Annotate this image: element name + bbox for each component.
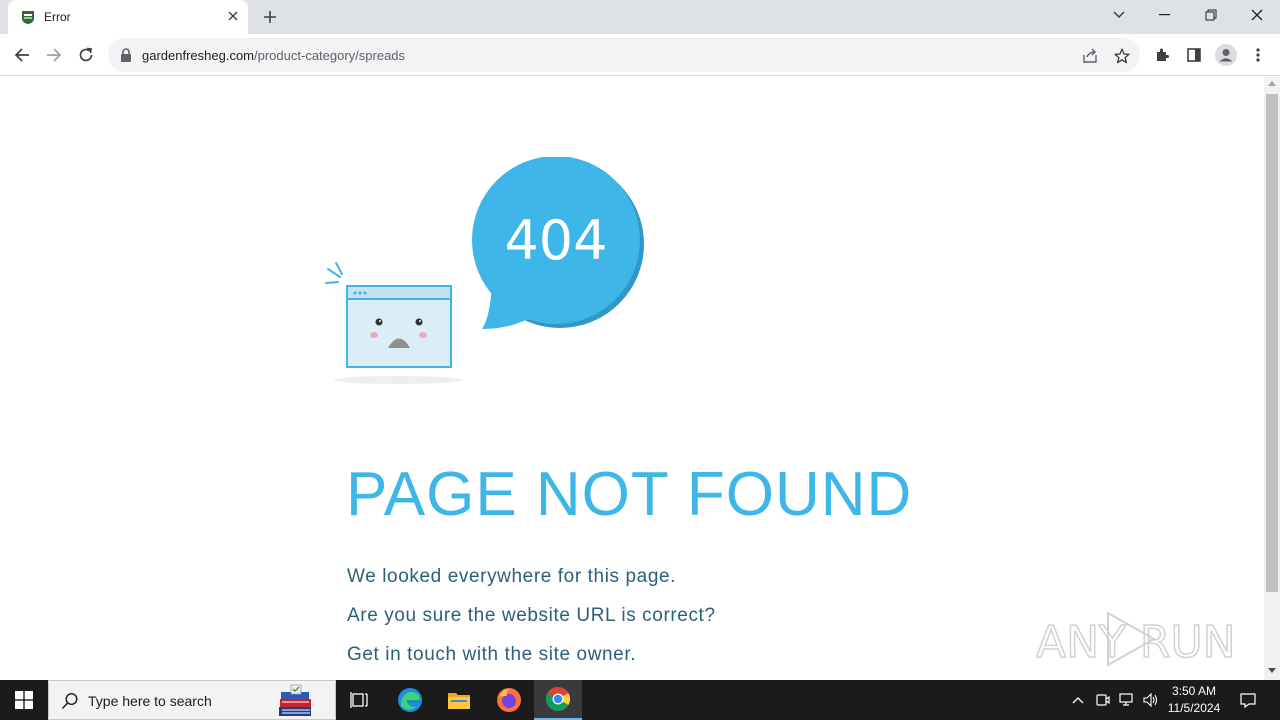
profile-avatar-icon[interactable] <box>1212 41 1240 69</box>
windows-logo-icon <box>15 691 33 709</box>
extensions-icon[interactable] <box>1148 41 1176 69</box>
message-line-1: We looked everywhere for this page. <box>347 566 677 587</box>
forward-button[interactable] <box>40 41 68 69</box>
file-explorer-taskbar-button[interactable] <box>435 680 483 720</box>
taskbar-search-box[interactable]: Type here to search <box>48 680 336 720</box>
url-domain: gardenfresheg.com <box>142 48 255 63</box>
anyrun-watermark: ANY RUN <box>1036 611 1236 669</box>
side-panel-icon[interactable] <box>1180 41 1208 69</box>
tab-strip: Error <box>0 0 1280 34</box>
edge-taskbar-button[interactable] <box>386 680 434 720</box>
tab-search-icon[interactable] <box>1096 0 1142 30</box>
chrome-taskbar-button[interactable] <box>534 680 582 720</box>
lock-icon[interactable] <box>120 48 132 62</box>
meet-now-icon[interactable] <box>1093 680 1113 720</box>
start-button[interactable] <box>0 680 48 720</box>
notification-center-icon[interactable] <box>1236 680 1260 720</box>
network-icon[interactable] <box>1117 680 1137 720</box>
back-button[interactable] <box>8 41 36 69</box>
site-favicon-icon <box>22 11 34 24</box>
task-view-button[interactable] <box>336 680 384 720</box>
minimize-button[interactable] <box>1142 0 1188 30</box>
bookmark-star-icon[interactable] <box>1110 44 1134 68</box>
page-scrollbar[interactable] <box>1264 77 1280 680</box>
folder-icon <box>448 693 470 709</box>
chrome-icon <box>545 687 571 712</box>
message-line-3: Get in touch with the site owner. <box>347 644 637 665</box>
search-icon <box>61 692 78 710</box>
scroll-down-arrow-icon[interactable] <box>1268 668 1276 673</box>
menu-kebab-icon[interactable] <box>1244 41 1272 69</box>
url-path: /product-category/spreads <box>254 48 406 63</box>
election-books-icon <box>279 684 311 716</box>
tab-error[interactable]: Error <box>8 0 248 34</box>
new-tab-button[interactable] <box>258 6 282 28</box>
browser-toolbar: gardenfresheg.com/product-category/sprea… <box>0 34 1280 76</box>
tray-overflow-icon[interactable] <box>1068 680 1088 720</box>
page-content: 404 PAGE NOT FOUND We looked everywhere … <box>0 77 1264 680</box>
reload-button[interactable] <box>72 41 100 69</box>
firefox-taskbar-button[interactable] <box>485 680 533 720</box>
scroll-thumb[interactable] <box>1266 94 1278 592</box>
search-placeholder: Type here to search <box>88 693 212 709</box>
taskbar-clock[interactable]: 3:50 AM 11/5/2024 <box>1162 683 1226 717</box>
restore-button[interactable] <box>1188 0 1234 30</box>
not-found-illustration: 404 <box>325 157 644 384</box>
windows-taskbar: Type here to search 3:50 AM 11/5/2024 <box>0 680 1280 720</box>
task-view-icon <box>350 692 368 708</box>
tab-close-icon[interactable] <box>224 7 242 25</box>
close-window-button[interactable] <box>1234 0 1280 30</box>
svg-text:ANY RUN: ANY RUN <box>1036 617 1236 668</box>
clock-time: 3:50 AM <box>1171 684 1217 698</box>
scroll-up-arrow-icon[interactable] <box>1268 81 1276 86</box>
volume-icon[interactable] <box>1141 680 1161 720</box>
bubble-404-text: 404 <box>504 209 607 272</box>
edge-icon <box>398 688 422 712</box>
clock-date: 11/5/2024 <box>1167 701 1221 715</box>
message-line-2: Are you sure the website URL is correct? <box>347 605 716 626</box>
url-text[interactable]: gardenfresheg.com/product-category/sprea… <box>142 48 405 63</box>
tab-title: Error <box>44 10 71 24</box>
firefox-icon <box>497 688 521 712</box>
address-bar[interactable]: gardenfresheg.com/product-category/sprea… <box>108 38 1140 72</box>
share-icon[interactable] <box>1078 44 1102 68</box>
page-not-found-heading: PAGE NOT FOUND <box>346 460 913 529</box>
